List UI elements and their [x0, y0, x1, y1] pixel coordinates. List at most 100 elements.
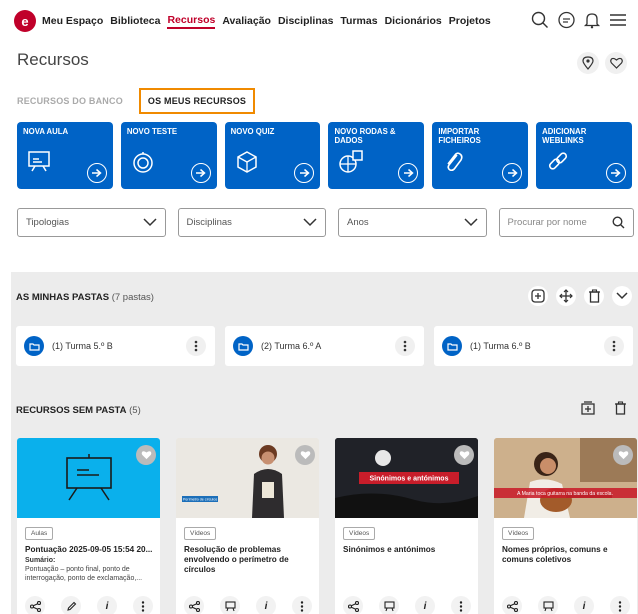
arrow-right-icon: [605, 163, 626, 183]
wheel-dice-icon: [338, 150, 364, 179]
paperclip-icon: [442, 150, 464, 179]
trash-icon[interactable]: [584, 286, 604, 306]
more-options-icon[interactable]: [133, 596, 153, 614]
more-options-icon[interactable]: [186, 336, 206, 356]
folder-tools: [528, 286, 632, 306]
more-options-icon[interactable]: [395, 336, 415, 356]
action-novo-rodas-dados[interactable]: NOVO RODAS & DADOS: [328, 122, 425, 189]
cube-icon: [235, 150, 259, 179]
favorite-heart-icon[interactable]: [613, 445, 633, 465]
info-icon[interactable]: i: [415, 596, 435, 614]
folder-label: (1) Turma 6.º B: [470, 341, 531, 351]
disciplinas-select[interactable]: Disciplinas: [177, 208, 327, 237]
action-label: NOVO QUIZ: [230, 127, 275, 136]
tab-os-meus-recursos[interactable]: OS MEUS RECURSOS: [138, 88, 256, 114]
chevron-down-icon[interactable]: [612, 286, 632, 306]
nav-projetos[interactable]: Projetos: [449, 15, 491, 27]
resource-card[interactable]: Sinónimos e antónimos Vídeos Sinónimos e…: [335, 438, 478, 614]
menu-icon[interactable]: [608, 10, 628, 30]
card-title: Nomes próprios, comuns e comuns coletivo…: [502, 545, 608, 564]
add-folder-icon[interactable]: [528, 286, 548, 306]
card-thumbnail: [17, 438, 160, 518]
presentation-icon: [27, 150, 51, 177]
action-label: ADICIONAR WEBLINKS: [542, 127, 587, 145]
card-type-badge: Vídeos: [343, 527, 376, 540]
folder-item[interactable]: (2) Turma 6.º A: [225, 326, 424, 366]
app-logo[interactable]: e: [14, 10, 36, 32]
move-to-folder-icon[interactable]: [578, 398, 598, 418]
action-nova-aula[interactable]: NOVA AULA: [17, 122, 113, 189]
info-icon[interactable]: i: [574, 596, 594, 614]
share-icon[interactable]: [25, 596, 45, 614]
bell-icon[interactable]: [582, 10, 602, 30]
card-actions: i: [25, 596, 153, 614]
nav-recursos[interactable]: Recursos: [167, 14, 216, 29]
card-title: Resolução de problemas envolvendo o perí…: [184, 545, 289, 574]
folder-label: (2) Turma 6.º A: [261, 341, 322, 351]
folder-label: (1) Turma 5.º B: [52, 341, 113, 351]
select-value: Tipologias: [26, 217, 69, 228]
action-novo-quiz[interactable]: NOVO QUIZ: [224, 122, 321, 189]
more-options-icon[interactable]: [604, 336, 624, 356]
resource-tabs: RECURSOS DO BANCO OS MEUS RECURSOS: [17, 88, 256, 114]
more-options-icon[interactable]: [451, 596, 471, 614]
share-icon[interactable]: [502, 596, 522, 614]
resources-title: RECURSOS SEM PASTA (5): [16, 405, 141, 416]
chevron-down-icon: [464, 218, 478, 227]
page: e Meu Espaço Biblioteca Recursos Avaliaç…: [0, 0, 638, 614]
tab-recursos-do-banco[interactable]: RECURSOS DO BANCO: [17, 96, 123, 106]
edit-pencil-icon[interactable]: [61, 596, 81, 614]
folders-section: AS MINHAS PASTAS (7 pastas) (1) Turma 5.…: [11, 272, 638, 385]
page-header: Recursos: [17, 50, 627, 80]
share-icon[interactable]: [343, 596, 363, 614]
card-summary-label: Sumário:: [25, 557, 56, 564]
nav-dicionarios[interactable]: Dicionários: [385, 15, 442, 27]
chevron-down-icon: [142, 218, 157, 227]
card-type-badge: Vídeos: [502, 527, 535, 540]
tipologias-select[interactable]: Tipologias: [17, 208, 166, 237]
nav-meu-espaco[interactable]: Meu Espaço: [42, 15, 103, 27]
card-thumbnail: Perímetro de círculos: [176, 438, 319, 518]
favorite-heart-icon[interactable]: [454, 445, 474, 465]
resource-card[interactable]: Aulas Pontuação 2025-09-05 15:54 20... S…: [17, 438, 160, 614]
action-label: IMPORTAR FICHEIROS: [438, 127, 481, 145]
favorite-heart-icon[interactable]: [136, 445, 156, 465]
folder-item[interactable]: (1) Turma 5.º B: [16, 326, 215, 366]
present-icon[interactable]: [379, 596, 399, 614]
search-input[interactable]: Procurar por nome: [498, 208, 635, 237]
chat-icon[interactable]: [556, 10, 576, 30]
share-icon[interactable]: [184, 596, 204, 614]
resource-card[interactable]: Perímetro de círculos Vídeos Resolução d…: [176, 438, 319, 614]
nav-disciplinas[interactable]: Disciplinas: [278, 15, 333, 27]
search-icon[interactable]: [612, 216, 625, 229]
search-icon[interactable]: [530, 10, 550, 30]
heart-icon[interactable]: [605, 52, 627, 74]
resource-card[interactable]: A Maria toca guitarra na banda da escola…: [494, 438, 637, 614]
more-options-icon[interactable]: [610, 596, 630, 614]
info-icon[interactable]: i: [256, 596, 276, 614]
folder-item[interactable]: (1) Turma 6.º B: [434, 326, 633, 366]
action-novo-teste[interactable]: NOVO TESTE: [120, 122, 217, 189]
more-options-icon[interactable]: [292, 596, 312, 614]
trash-icon[interactable]: [610, 398, 630, 418]
nav-avaliacao[interactable]: Avaliação: [222, 15, 271, 27]
present-icon[interactable]: [220, 596, 240, 614]
anos-select[interactable]: Anos: [338, 208, 487, 237]
location-pin-icon[interactable]: [577, 52, 599, 74]
action-adicionar-weblinks[interactable]: ADICIONAR WEBLINKS: [536, 122, 632, 189]
present-icon[interactable]: [538, 596, 558, 614]
action-label: NOVA AULA: [23, 127, 69, 136]
nav-turmas[interactable]: Turmas: [340, 15, 377, 27]
favorite-heart-icon[interactable]: [295, 445, 315, 465]
card-title: Pontuação 2025-09-05 15:54 20...: [25, 545, 153, 554]
move-icon[interactable]: [556, 286, 576, 306]
action-importar-ficheiros[interactable]: IMPORTAR FICHEIROS: [432, 122, 529, 189]
folder-icon: [442, 336, 462, 356]
info-icon[interactable]: i: [97, 596, 117, 614]
card-actions: i: [502, 596, 630, 614]
resources-section: RECURSOS SEM PASTA (5) Aulas Pontuação 2…: [11, 385, 638, 614]
nav-biblioteca[interactable]: Biblioteca: [110, 15, 160, 27]
link-icon: [546, 150, 570, 179]
resource-tools: [578, 398, 630, 418]
resources-count: (5): [129, 405, 141, 416]
